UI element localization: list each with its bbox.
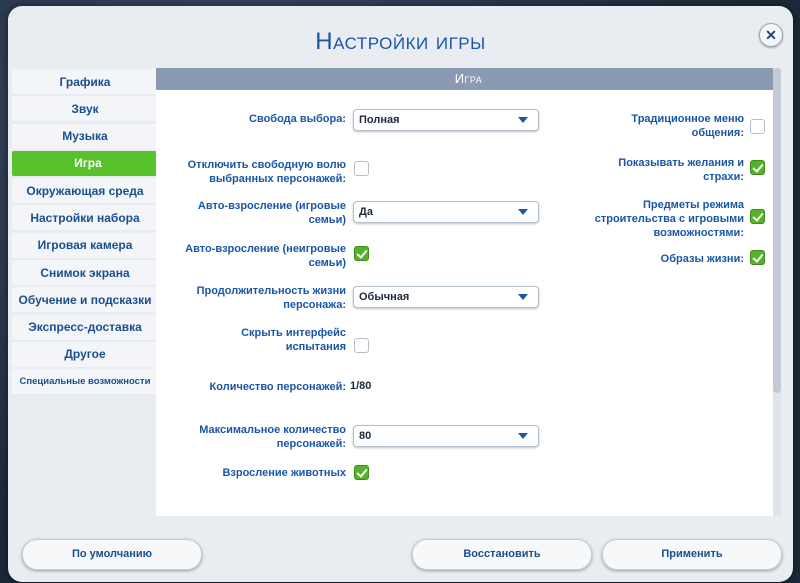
chevron-down-icon xyxy=(518,209,528,215)
lifestyles-label: Образы жизни: xyxy=(660,253,744,265)
sidebar-item-delivery[interactable]: Экспресс-доставка xyxy=(12,314,158,340)
chevron-down-icon xyxy=(518,117,528,123)
disable-free-will-label: Отключить свободную волю выбранных персо… xyxy=(187,159,346,185)
sidebar-item-environment[interactable]: Окружающая среда xyxy=(12,178,158,204)
sidebar-item-camera[interactable]: Игровая камера xyxy=(12,232,158,258)
settings-panel: Игра Свобода выбора: Полная Отключить св… xyxy=(156,68,781,516)
wants-fears-checkbox[interactable] xyxy=(750,160,765,175)
window-title: Настройки игры xyxy=(315,28,486,55)
sidebar-item-game[interactable]: Игра xyxy=(12,150,164,176)
build-mode-label: Предметы режима строительства с игровыми… xyxy=(594,199,744,239)
max-sims-value: 80 xyxy=(359,430,372,442)
sim-count-value: 1/80 xyxy=(350,380,372,392)
lifespan-dropdown[interactable]: Обычная xyxy=(353,286,539,308)
lifespan-label: Продолжительность жизни персонажа: xyxy=(196,285,346,311)
scroll-thumb[interactable] xyxy=(773,68,781,393)
free-will-value: Полная xyxy=(359,114,400,126)
restore-button[interactable]: Восстановить xyxy=(412,539,592,570)
chevron-down-icon xyxy=(518,433,528,439)
free-will-dropdown[interactable]: Полная xyxy=(353,109,539,131)
auto-age-played-value: Да xyxy=(359,206,373,218)
close-icon: ✕ xyxy=(765,26,777,43)
auto-age-unplayed-label: Авто-взросление (неигровые семьи) xyxy=(185,243,346,269)
sidebar-item-pack-settings[interactable]: Настройки набора xyxy=(12,205,158,231)
sidebar-item-screenshot[interactable]: Снимок экрана xyxy=(12,260,158,286)
settings-window: Настройки игры ✕ Графика Звук Музыка Игр… xyxy=(8,6,793,582)
build-mode-checkbox[interactable] xyxy=(750,209,765,224)
free-will-label: Свобода выбора: xyxy=(249,113,346,125)
max-sims-dropdown[interactable]: 80 xyxy=(353,425,539,447)
sidebar-item-graphics[interactable]: Графика xyxy=(12,69,158,94)
defaults-button[interactable]: По умолчанию xyxy=(22,539,202,570)
sidebar-item-music[interactable]: Музыка xyxy=(12,123,158,149)
sidebar-item-tutorial[interactable]: Обучение и подсказки xyxy=(12,287,158,313)
lifestyles-checkbox[interactable] xyxy=(750,250,765,265)
classic-social-label: Традиционное меню общения: xyxy=(631,113,744,139)
sidebar-item-sound[interactable]: Звук xyxy=(12,96,158,122)
hide-challenge-label: Скрыть интерфейс испытания xyxy=(241,327,346,353)
auto-age-played-dropdown[interactable]: Да xyxy=(353,201,539,223)
wants-fears-label: Показывать желания и страхи: xyxy=(618,157,744,183)
max-sims-label: Максимальное количество персонажей: xyxy=(199,424,346,450)
sidebar-item-accessibility[interactable]: Специальные возможности xyxy=(12,369,158,395)
sidebar-item-other[interactable]: Другое xyxy=(12,341,158,367)
apply-button[interactable]: Применить xyxy=(602,539,782,570)
auto-age-played-label: Авто-взросление (игровые семьи) xyxy=(197,200,346,226)
close-button[interactable]: ✕ xyxy=(759,23,783,47)
sidebar: Графика Звук Музыка Игра Окружающая сред… xyxy=(12,69,164,397)
disable-free-will-checkbox[interactable] xyxy=(354,161,369,176)
scrollbar[interactable] xyxy=(773,68,781,516)
sim-count-label: Количество персонажей: xyxy=(209,381,346,393)
classic-social-checkbox[interactable] xyxy=(750,119,765,134)
lifespan-value: Обычная xyxy=(359,291,410,303)
auto-age-unplayed-checkbox[interactable] xyxy=(354,246,369,261)
panel-header: Игра xyxy=(156,68,781,90)
chevron-down-icon xyxy=(518,294,528,300)
pet-aging-label: Взросление животных xyxy=(222,467,346,479)
pet-aging-checkbox[interactable] xyxy=(354,465,369,480)
hide-challenge-checkbox[interactable] xyxy=(354,338,369,353)
